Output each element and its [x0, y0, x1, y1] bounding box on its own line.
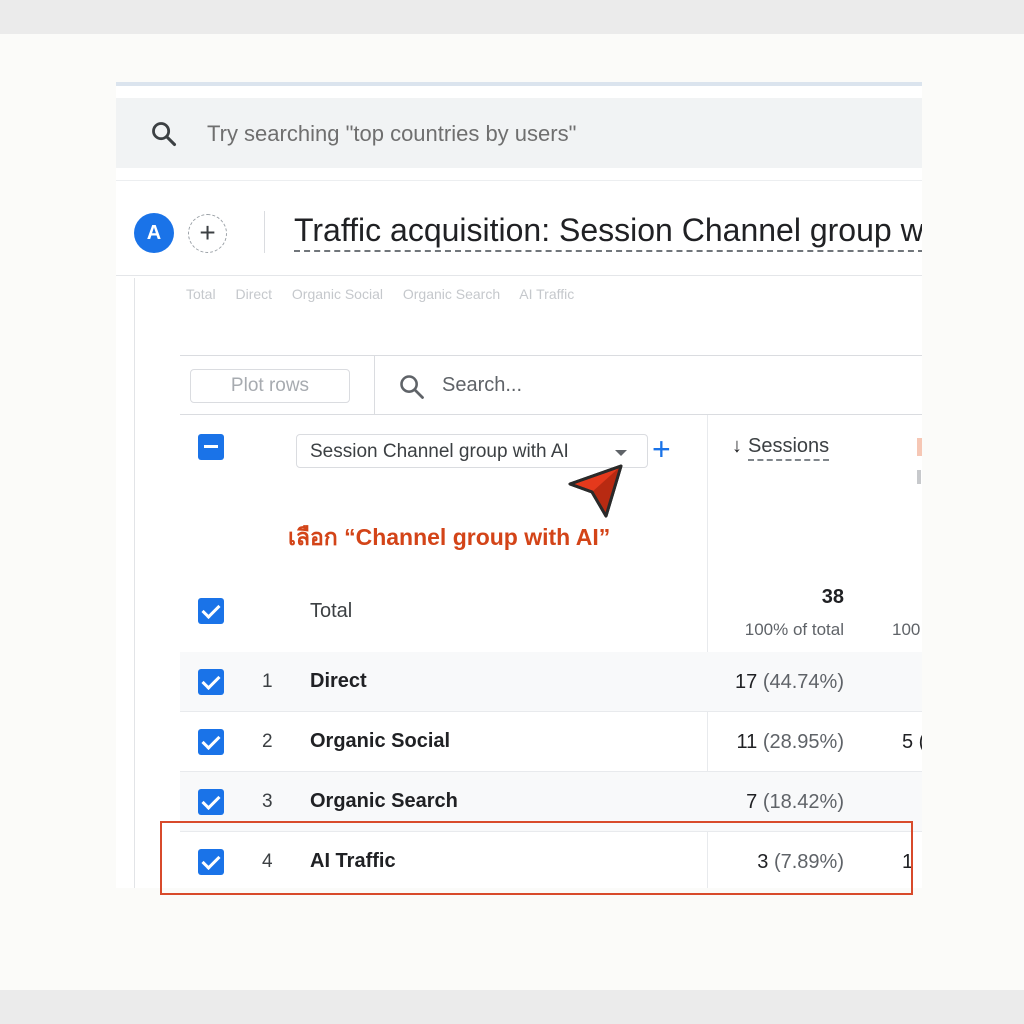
row-next-column-peek: 1 [902, 851, 914, 873]
toolbar-top-border [180, 355, 922, 356]
row-channel-name: Direct [310, 670, 367, 692]
row-rank: 3 [262, 791, 273, 812]
sessions-header-label: Sessions [748, 435, 830, 461]
row-sessions-value: 3 (7.89%) [757, 851, 844, 874]
total-value: 38 [821, 586, 844, 608]
row-rank: 2 [262, 731, 273, 752]
row-sessions-count: 11 [736, 731, 758, 753]
table-search-input[interactable]: Search... [442, 374, 522, 397]
dimension-dropdown-label: Session Channel group with AI [310, 441, 569, 462]
row-channel-name: Organic Social [310, 730, 451, 752]
toolbar-bottom-border [180, 414, 922, 415]
total-next-column-peek: 100 [892, 620, 921, 639]
row-sessions-value: 7 (18.42%) [746, 791, 844, 814]
total-label: Total [310, 600, 353, 622]
toolbar-divider [374, 356, 375, 414]
row-sessions-count: 7 [746, 791, 758, 813]
row-sessions-percent: (7.89%) [773, 851, 844, 873]
annotation-arrow-icon [568, 464, 623, 518]
row-checkbox[interactable] [198, 729, 224, 755]
table-row[interactable]: 2 Organic Social 11 (28.95%) 5 ( [180, 712, 922, 772]
add-dimension-button[interactable]: + [652, 431, 671, 467]
row-checkbox[interactable] [198, 669, 224, 695]
next-column-header-peek [917, 438, 922, 456]
plot-rows-button[interactable]: Plot rows [190, 369, 350, 403]
row-rank: 4 [262, 851, 273, 872]
sort-descending-icon: ↓ [732, 435, 742, 457]
table-search-icon[interactable] [398, 373, 426, 401]
row-checkbox[interactable] [198, 789, 224, 815]
table-row[interactable]: 3 Organic Search 7 (18.42%) [180, 772, 922, 832]
row-sessions-count: 3 [757, 851, 769, 873]
row-rank: 1 [262, 671, 273, 692]
table-area: Plot rows Search... Session Channel grou… [116, 82, 922, 888]
next-column-header-peek [917, 470, 921, 484]
total-subtext: 100% of total [744, 620, 844, 639]
row-sessions-value: 17 (44.74%) [735, 671, 844, 694]
row-sessions-percent: (44.74%) [762, 671, 844, 693]
row-sessions-percent: (28.95%) [762, 731, 844, 753]
annotation-text: เลือก “Channel group with AI” [288, 524, 611, 550]
row-sessions-percent: (18.42%) [762, 791, 844, 813]
row-sessions-count: 17 [735, 671, 758, 693]
row-sessions-value: 11 (28.95%) [737, 731, 844, 754]
row-channel-name: AI Traffic [310, 850, 396, 872]
sessions-column-header[interactable]: ↓ Sessions [732, 435, 830, 461]
table-row[interactable]: 4 AI Traffic 3 (7.89%) 1 [180, 832, 922, 888]
row-checkbox[interactable] [198, 849, 224, 875]
select-all-checkbox[interactable] [198, 434, 224, 460]
row-channel-name: Organic Search [310, 790, 458, 812]
row-next-column-peek: 5 ( [902, 731, 922, 753]
chevron-down-icon [615, 450, 627, 456]
total-row-checkbox[interactable] [198, 598, 224, 624]
table-row[interactable]: 1 Direct 17 (44.74%) [180, 652, 922, 712]
total-row: Total 38 100% of total 100 [180, 552, 922, 652]
